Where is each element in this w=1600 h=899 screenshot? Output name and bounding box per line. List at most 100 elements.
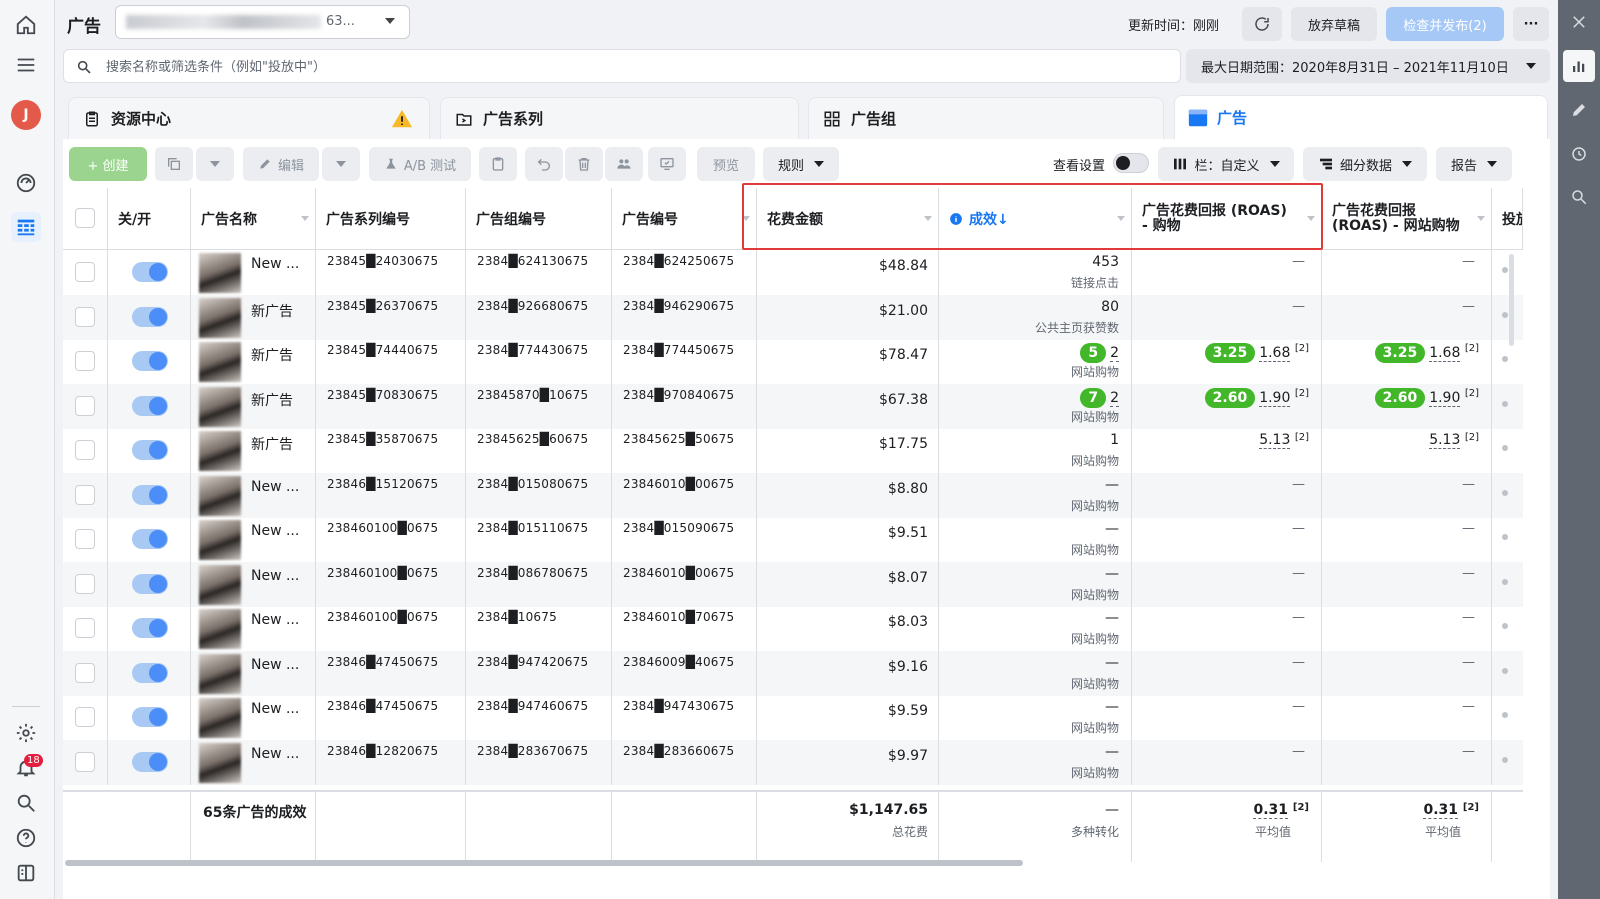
ad-thumbnail[interactable] (199, 520, 241, 560)
date-range-picker[interactable]: 最大日期范围：2020年8月31日 – 2021年11月10日 (1186, 49, 1550, 83)
columns-button[interactable]: 栏：自定义 (1158, 147, 1294, 181)
row-checkbox[interactable] (75, 751, 95, 772)
account-selector[interactable]: 63... (115, 5, 410, 39)
ad-thumbnail[interactable] (199, 698, 241, 738)
ad-name[interactable]: 新广告 (251, 345, 293, 365)
horizontal-scrollbar[interactable] (65, 860, 1023, 866)
rules-button[interactable]: 规则 (763, 147, 839, 181)
refresh-button[interactable] (1242, 7, 1282, 41)
home-icon[interactable] (11, 10, 41, 40)
ad-status-toggle[interactable] (132, 395, 168, 416)
search-input[interactable] (104, 56, 1108, 78)
ad-status-toggle[interactable] (132, 707, 168, 727)
ad-thumbnail[interactable] (199, 431, 241, 471)
ad-name[interactable]: New ... (251, 746, 299, 762)
table-row[interactable]: New ... 238460100█0675 2384█015110675 2384█… (63, 517, 1523, 562)
preview-button[interactable]: 预览 (697, 147, 755, 181)
ab-test-button[interactable]: A/B 测试 (369, 147, 471, 181)
tab-campaigns[interactable]: 广告系列 (440, 97, 799, 139)
review-changes-button[interactable] (648, 147, 686, 181)
ad-thumbnail[interactable] (199, 564, 241, 605)
ad-thumbnail[interactable] (199, 253, 241, 293)
column-header-toggle[interactable]: 关/开 (108, 188, 191, 250)
row-checkbox[interactable] (75, 351, 95, 371)
sidebar-toggle-icon[interactable] (11, 858, 41, 888)
table-row[interactable]: 新广告 23845█74440675 2384█774430675 2384█7744… (63, 339, 1523, 384)
discard-draft-button[interactable]: 放弃草稿 (1291, 7, 1377, 41)
tab-ads[interactable]: 广告 (1174, 95, 1548, 139)
row-checkbox[interactable] (75, 262, 95, 282)
column-header-roas-website[interactable]: 广告花费回报 (ROAS) - 网站购物 (1322, 188, 1492, 250)
more-options-button[interactable]: ··· (1513, 7, 1549, 41)
row-checkbox[interactable] (75, 484, 95, 505)
tab-ad-sets[interactable]: 广告组 (808, 97, 1164, 139)
view-settings-toggle[interactable] (1113, 153, 1149, 173)
row-checkbox[interactable] (75, 573, 95, 594)
row-checkbox[interactable] (75, 707, 95, 727)
review-publish-button[interactable]: 检查并发布(2) (1386, 7, 1504, 41)
ad-name[interactable]: 新广告 (251, 434, 293, 454)
row-checkbox[interactable] (75, 440, 95, 460)
table-row[interactable]: 新广告 23845█35870675 23845625█60675 23845625█… (63, 428, 1523, 473)
row-checkbox[interactable] (75, 529, 95, 549)
ad-name[interactable]: 新广告 (251, 390, 293, 410)
column-header-ad-id[interactable]: 广告编号 (612, 188, 757, 250)
ad-name[interactable]: New ... (251, 479, 299, 495)
ad-status-toggle[interactable] (132, 573, 168, 594)
table-row[interactable]: New ... 23846█15120675 2384█015080675 23846… (63, 472, 1523, 518)
table-row[interactable]: 新广告 23845█70830675 23845870█10675 2384█9708… (63, 383, 1523, 429)
tab-resource-center[interactable]: 资源中心 (68, 97, 430, 139)
edit-dropdown[interactable] (322, 147, 360, 181)
select-all-checkbox[interactable] (75, 208, 95, 228)
create-button[interactable]: + 创建 (69, 147, 147, 181)
ad-status-toggle[interactable] (132, 306, 168, 327)
duplicate-dropdown[interactable] (196, 147, 234, 181)
clipboard-button[interactable] (479, 147, 517, 181)
ad-status-toggle[interactable] (132, 618, 168, 638)
ad-name[interactable]: New ... (251, 256, 299, 272)
pencil-icon[interactable] (1565, 96, 1593, 124)
ad-thumbnail[interactable] (199, 386, 241, 427)
menu-icon[interactable] (11, 50, 41, 80)
table-row[interactable]: New ... 23846█47450675 2384█947420675 23846… (63, 650, 1523, 696)
help-icon[interactable] (11, 823, 41, 853)
zoom-search-icon[interactable] (1565, 183, 1593, 211)
ad-name[interactable]: New ... (251, 612, 299, 628)
ad-thumbnail[interactable] (199, 297, 241, 338)
undo-button[interactable] (525, 147, 563, 181)
ad-name[interactable]: New ... (251, 701, 299, 717)
clock-icon[interactable] (1565, 140, 1593, 168)
reports-button[interactable]: 报告 (1436, 147, 1512, 181)
duplicate-button[interactable] (155, 147, 193, 181)
ad-status-toggle[interactable] (132, 529, 168, 549)
table-row[interactable]: New ... 23846█12820675 2384█283670675 2384█… (63, 739, 1523, 785)
ad-thumbnail[interactable] (199, 342, 241, 382)
ad-status-toggle[interactable] (132, 662, 168, 683)
dashboard-icon[interactable] (11, 168, 41, 198)
column-header-ad-name[interactable]: 广告名称 (191, 188, 316, 250)
settings-gear-icon[interactable] (11, 718, 41, 748)
edit-button[interactable]: 编辑 (243, 147, 319, 181)
avatar[interactable]: J (11, 100, 41, 130)
column-header-delivery[interactable]: 投放 (1492, 188, 1523, 250)
search-icon[interactable] (11, 788, 41, 818)
breakdown-button[interactable]: 细分数据 (1303, 147, 1427, 181)
row-checkbox[interactable] (75, 306, 95, 327)
row-checkbox[interactable] (75, 618, 95, 638)
table-row[interactable]: New ... 23845█24030675 2384█624130675 2384█… (63, 250, 1523, 295)
ad-status-toggle[interactable] (132, 351, 168, 371)
ad-status-toggle[interactable] (132, 262, 168, 282)
ad-name[interactable]: New ... (251, 657, 299, 673)
ad-name[interactable]: New ... (251, 568, 299, 584)
table-row[interactable]: New ... 23846█47450675 2384█947460675 2384█… (63, 695, 1523, 740)
bar-chart-icon[interactable] (1563, 50, 1595, 82)
ad-name[interactable]: 新广告 (251, 301, 293, 321)
column-header-adset-id[interactable]: 广告组编号 (466, 188, 612, 250)
table-row[interactable]: 新广告 23845█26370675 2384█926680675 2384█9462… (63, 294, 1523, 340)
ad-thumbnail[interactable] (199, 475, 241, 516)
ad-status-toggle[interactable] (132, 751, 168, 772)
ad-status-toggle[interactable] (132, 484, 168, 505)
ad-status-toggle[interactable] (132, 440, 168, 460)
ad-thumbnail[interactable] (199, 742, 241, 783)
table-row[interactable]: New ... 238460100█0675 2384█10675 23846010█… (63, 606, 1523, 651)
